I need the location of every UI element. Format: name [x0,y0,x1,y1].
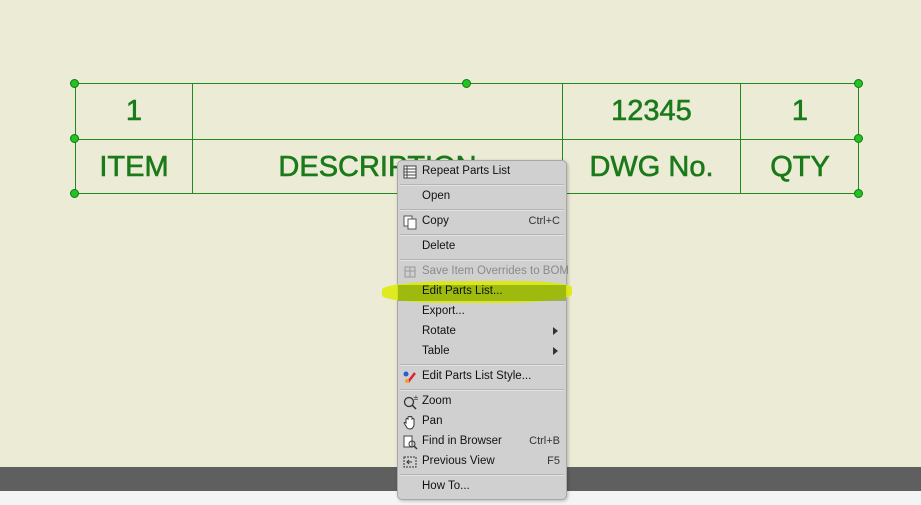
menu-separator [400,259,564,261]
menu-separator [400,389,564,391]
menu-item-pan[interactable]: Pan [398,412,566,432]
menu-item-label: Save Item Overrides to BOM [422,265,569,277]
context-menu: Repeat Parts List Open Copy Ctrl+C Delet… [382,160,572,500]
previous-view-icon [403,456,417,468]
menu-item-find-in-browser[interactable]: Find in Browser Ctrl+B [398,432,566,452]
cell-item-value: 1 [125,95,143,128]
menu-separator [400,234,564,236]
menu-item-label: Rotate [422,325,456,337]
menu-separator [400,474,564,476]
grip-handle[interactable] [70,134,79,143]
menu-item-table[interactable]: Table [398,342,566,362]
menu-item-label: How To... [422,480,470,492]
grip-handle[interactable] [462,79,471,88]
shortcut-label: Ctrl+C [528,215,560,227]
menu-item-label: Edit Parts List Style... [422,370,532,382]
cell-qty-value: 1 [791,95,809,128]
menu-item-previous-view[interactable]: Previous View F5 [398,452,566,472]
submenu-arrow-icon [553,327,558,335]
menu-item-label: Table [422,345,450,357]
grip-handle[interactable] [854,189,863,198]
cell-dwg-no-value: 12345 [611,95,692,128]
grip-handle[interactable] [854,79,863,88]
menu-separator [400,364,564,366]
menu-item-label: Repeat Parts List [422,165,511,177]
menu-separator [400,184,564,186]
menu-item-open[interactable]: Open [398,187,566,207]
menu-item-edit-parts-list-style[interactable]: Edit Parts List Style... [398,367,566,387]
shortcut-label: Ctrl+B [529,435,560,447]
menu-item-save-item-overrides[interactable]: Save Item Overrides to BOM [398,262,569,282]
menu-item-label: Copy [422,215,449,227]
hand-icon [403,416,415,430]
menu-item-label: Zoom [422,395,452,407]
header-dwg-no: DWG No. [589,150,714,183]
table-icon [403,165,417,179]
menu-item-how-to[interactable]: How To... [398,477,566,497]
header-item: ITEM [99,150,169,183]
bom-icon [404,266,416,278]
grip-handle[interactable] [70,79,79,88]
grip-handle[interactable] [854,134,863,143]
grip-handle[interactable] [70,189,79,198]
header-qty: QTY [770,150,830,183]
zoom-icon: ± [403,394,418,410]
menu-item-delete[interactable]: Delete [398,237,566,257]
menu-item-label: Export... [422,305,465,317]
menu-item-label: Delete [422,240,456,252]
shortcut-label: F5 [547,455,560,467]
menu-item-label: Previous View [422,455,495,467]
find-in-browser-icon [403,435,418,450]
svg-text:±: ± [413,394,418,402]
menu-item-label: Pan [422,415,443,427]
style-icon [403,371,416,383]
copy-icon [403,215,417,230]
submenu-arrow-icon [553,347,558,355]
menu-item-copy[interactable]: Copy Ctrl+C [398,212,566,232]
menu-item-label: Edit Parts List... [422,285,503,297]
menu-item-label: Open [422,190,451,202]
menu-separator [400,209,564,211]
cell-description-value [193,84,562,139]
menu-item-export[interactable]: Export... [398,302,566,322]
menu-item-label: Find in Browser [422,435,502,447]
menu-item-edit-parts-list[interactable]: Edit Parts List... [398,282,566,302]
menu-item-zoom[interactable]: ± Zoom [398,392,566,412]
menu-item-repeat-parts-list[interactable]: Repeat Parts List [398,162,566,182]
menu-item-rotate[interactable]: Rotate [398,322,566,342]
